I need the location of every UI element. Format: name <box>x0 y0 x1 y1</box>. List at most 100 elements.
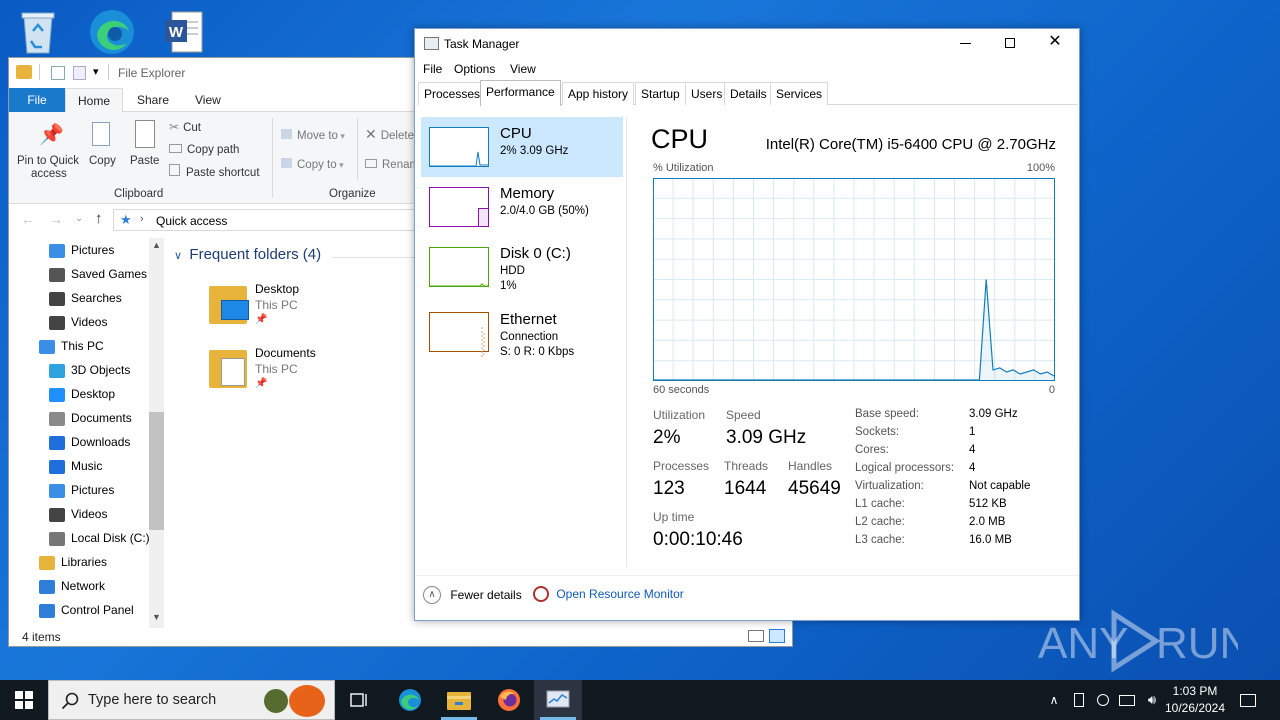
copy-to-button[interactable]: Copy to ▾ <box>281 157 344 171</box>
recent-chevron-icon[interactable]: ⌄ <box>75 213 83 224</box>
nav-item-pictures[interactable]: Pictures <box>49 478 114 502</box>
nav-item-icon <box>49 411 65 426</box>
nav-item-icon <box>49 483 65 498</box>
nav-item-libraries[interactable]: Libraries <box>39 550 107 574</box>
tab-startup[interactable]: Startup <box>635 82 686 105</box>
nav-item-music[interactable]: Music <box>49 454 102 478</box>
copy-button[interactable]: Copy <box>87 116 119 176</box>
nav-item-this-pc[interactable]: This PC <box>39 334 104 358</box>
nav-item-icon <box>49 459 65 474</box>
pin-to-quick-access-button[interactable]: 📌 Pin to Quick access <box>15 116 85 186</box>
nav-item-3d-objects[interactable]: 3D Objects <box>49 358 130 382</box>
menu-options[interactable]: Options <box>454 62 495 76</box>
nav-item-pictures[interactable]: Pictures <box>49 238 114 262</box>
delete-button[interactable]: ✕ Delete <box>365 126 414 143</box>
copy-path-button[interactable]: Copy path <box>169 142 239 156</box>
nav-item-icon <box>39 555 55 570</box>
scroll-up-icon[interactable]: ▲ <box>152 240 161 250</box>
show-hidden-icons-chevron-icon[interactable]: ∧ <box>1045 680 1063 720</box>
threads-value: 1644 <box>724 478 767 499</box>
cut-button[interactable]: ✂ Cut <box>169 120 201 134</box>
open-resource-monitor-link[interactable]: Open Resource Monitor <box>533 586 684 602</box>
close-button[interactable]: ✕ <box>1045 31 1065 53</box>
edge-icon[interactable] <box>84 4 140 60</box>
chevron-down-icon[interactable]: ▾ <box>93 65 99 78</box>
nav-item-network[interactable]: Network <box>39 574 105 598</box>
clock-date: 10/26/2024 <box>1164 701 1226 715</box>
maximize-button[interactable] <box>1000 33 1020 53</box>
notifications-icon[interactable] <box>1237 680 1259 720</box>
nav-item-icon <box>39 603 55 618</box>
nav-item-searches[interactable]: Searches <box>49 286 122 310</box>
taskbar-task-manager[interactable] <box>534 680 582 720</box>
address-bar[interactable]: ★ › Quick access <box>113 209 433 231</box>
perf-item-disk[interactable]: Disk 0 (C:) HDD 1% <box>421 237 623 297</box>
detail-key: Virtualization: <box>855 480 924 492</box>
folder-documents[interactable]: Documents This PC 📌 <box>207 344 407 396</box>
taskbar-firefox[interactable] <box>485 680 533 720</box>
network-icon[interactable] <box>1117 680 1137 720</box>
fewer-details-button[interactable]: ∧ Fewer details <box>423 586 522 604</box>
menu-view[interactable]: View <box>510 62 536 76</box>
firefox-icon <box>498 689 520 711</box>
nav-item-documents[interactable]: Documents <box>49 406 132 430</box>
properties-icon[interactable] <box>51 66 65 80</box>
details-view-icon[interactable] <box>748 630 764 642</box>
minimize-button[interactable] <box>955 33 975 53</box>
menu-file[interactable]: File <box>423 62 442 76</box>
perf-item-ethernet[interactable]: Ethernet Connection S: 0 R: 0 Kbps <box>421 304 623 364</box>
forward-arrow-icon[interactable]: → <box>49 211 63 227</box>
tab-details[interactable]: Details <box>724 82 773 105</box>
nav-item-icon <box>39 579 55 594</box>
recycle-bin-icon[interactable] <box>10 4 66 60</box>
search-box[interactable]: Type here to search <box>48 680 335 720</box>
frequent-folders-header[interactable]: ∨ Frequent folders (4) <box>174 246 592 263</box>
resource-monitor-icon <box>533 586 549 602</box>
tab-view[interactable]: View <box>181 88 235 112</box>
battery-icon[interactable] <box>1070 680 1088 720</box>
clock[interactable]: 1:03 PM 10/26/2024 <box>1160 680 1230 720</box>
nav-scrollbar[interactable]: ▲ ▼ <box>149 238 164 628</box>
perf-item-memory[interactable]: Memory 2.0/4.0 GB (50%) <box>421 177 623 237</box>
nav-item-downloads[interactable]: Downloads <box>49 430 130 454</box>
rename-button[interactable]: Renam <box>365 157 419 171</box>
tab-share[interactable]: Share <box>123 88 183 112</box>
large-icons-view-icon[interactable] <box>769 629 785 643</box>
taskbar-file-explorer[interactable] <box>435 680 483 720</box>
folder-desktop[interactable]: Desktop This PC 📌 <box>207 280 407 332</box>
task-view-button[interactable] <box>336 680 384 720</box>
nav-item-local-disk-c[interactable]: Local Disk (C:) <box>49 526 150 550</box>
tab-home[interactable]: Home <box>65 88 123 112</box>
move-to-button[interactable]: Move to ▾ <box>281 128 345 142</box>
start-button[interactable] <box>0 680 48 720</box>
copy-icon <box>92 122 110 146</box>
taskbar-edge[interactable] <box>386 680 434 720</box>
scroll-thumb[interactable] <box>149 412 164 530</box>
folder-icon <box>16 65 32 79</box>
up-arrow-icon[interactable]: ↑ <box>95 210 103 227</box>
paste-button[interactable]: Paste <box>127 116 163 176</box>
nav-item-control-panel[interactable]: Control Panel <box>39 598 134 622</box>
tab-performance[interactable]: Performance <box>480 80 561 106</box>
word-icon[interactable]: W <box>156 4 212 60</box>
detail-key: L1 cache: <box>855 498 905 510</box>
nav-item-label: Searches <box>71 291 122 305</box>
perf-item-cpu[interactable]: CPU 2% 3.09 GHz <box>421 117 623 177</box>
volume-icon[interactable]: 🔊︎ <box>1142 680 1162 720</box>
tab-processes[interactable]: Processes <box>418 82 487 105</box>
nav-item-saved-games[interactable]: Saved Games <box>49 262 147 286</box>
nav-item-label: 3D Objects <box>71 363 131 377</box>
tab-services[interactable]: Services <box>770 82 829 105</box>
tab-app-history[interactable]: App history <box>562 82 635 105</box>
scroll-down-icon[interactable]: ▼ <box>152 612 161 622</box>
tab-users[interactable]: Users <box>685 82 729 105</box>
group-organize: Organize <box>329 188 376 200</box>
paste-shortcut-button[interactable]: Paste shortcut <box>169 164 260 179</box>
nav-item-videos[interactable]: Videos <box>49 310 107 334</box>
tab-file[interactable]: File <box>9 88 65 112</box>
new-folder-icon[interactable] <box>73 66 86 80</box>
nav-item-desktop[interactable]: Desktop <box>49 382 115 406</box>
nav-item-videos[interactable]: Videos <box>49 502 107 526</box>
back-arrow-icon[interactable]: ← <box>21 211 35 227</box>
device-icon[interactable] <box>1094 680 1112 720</box>
